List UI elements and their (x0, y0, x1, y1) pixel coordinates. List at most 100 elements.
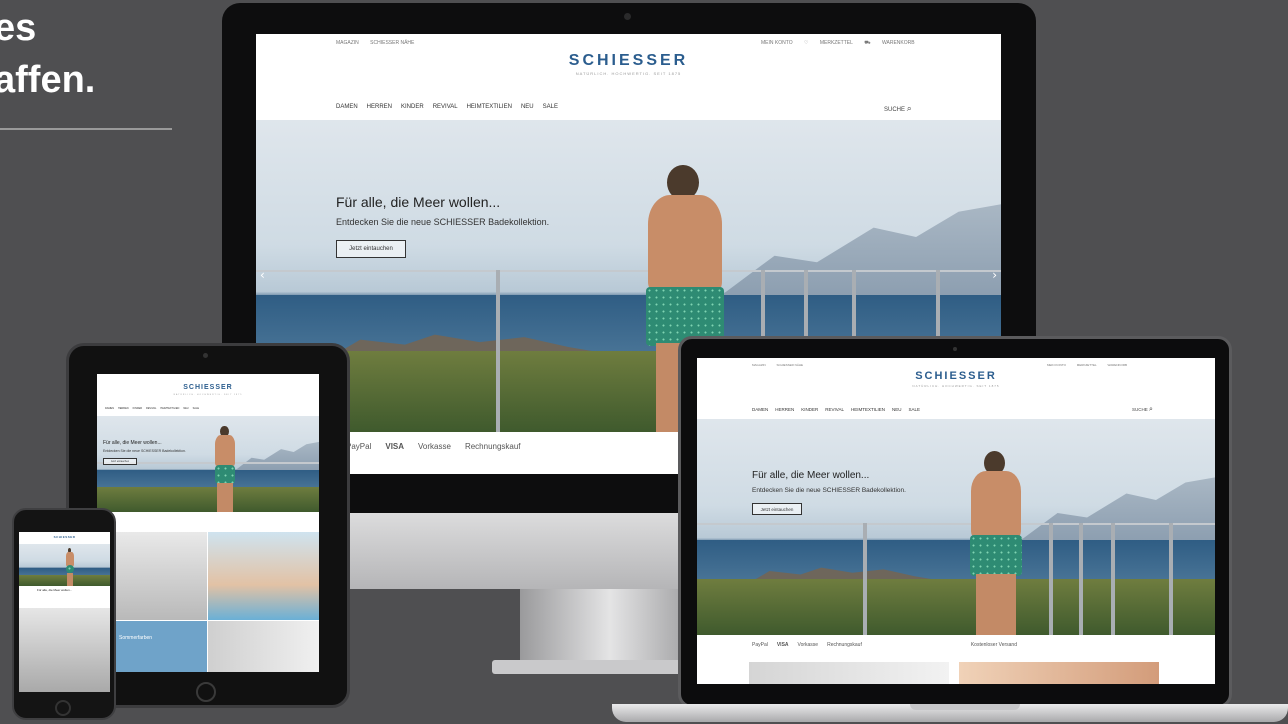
railing-post (1049, 522, 1053, 635)
util-link-naehe[interactable]: SCHIESSER NÄHE (777, 363, 804, 367)
product-tile[interactable] (115, 532, 207, 620)
site-logo[interactable]: SCHIESSER (697, 370, 1215, 382)
model-legs (217, 482, 233, 512)
hero-banner (19, 544, 110, 586)
nav-item-revival[interactable]: REVIVAL (146, 407, 156, 410)
ipad-screen: SCHIESSER NATÜRLICH. HOCHWERTIG. SEIT 18… (97, 374, 319, 672)
model-swim-shorts (214, 464, 236, 484)
headline-line-2: affen. (0, 59, 96, 101)
site-tagline: NATÜRLICH. HOCHWERTIG. SEIT 1875 (173, 394, 243, 396)
main-nav: DAMEN HERREN KINDER REVIVAL HEIMTEXTILIE… (752, 407, 920, 412)
railing-post (496, 269, 500, 432)
util-link-magazin[interactable]: MAGAZIN (336, 40, 359, 46)
headline-line-1: es (0, 7, 37, 49)
macbook-camera (953, 347, 957, 351)
nav-item-kinder[interactable]: KINDER (401, 104, 424, 110)
hero-subtitle: Entdecken Sie die neue SCHIESSER Badekol… (752, 487, 906, 494)
hero-banner: Für alle, die Meer wollen... Entdecken S… (697, 419, 1215, 635)
util-link-merkzettel[interactable]: MERKZETTEL (820, 40, 853, 46)
utility-nav-right: MEIN KONTO MERKZETTEL WARENKORB (1047, 363, 1137, 367)
product-tile[interactable] (208, 532, 319, 620)
cart-icon[interactable]: ⛟ (864, 40, 870, 46)
hero-title: Für alle, die Meer wollen... (37, 588, 73, 592)
nav-item-neu[interactable]: NEU (183, 407, 188, 410)
model-legs (976, 573, 1016, 635)
nav-item-sale[interactable]: SALE (909, 407, 921, 412)
hero-model (212, 426, 238, 512)
nav-item-heimtextilien[interactable]: HEIMTEXTILIEN (160, 407, 179, 410)
hero-cta-button[interactable]: Jetzt eintauchen (752, 503, 802, 515)
hero-cta-button[interactable]: Jetzt eintauchen (336, 240, 406, 258)
util-link-warenkorb[interactable]: WARENKORB (1107, 363, 1127, 367)
nav-item-neu[interactable]: NEU (892, 407, 902, 412)
iphone-screen: SCHIESSER Für alle, die Meer wollen... (19, 532, 110, 692)
nav-item-damen[interactable]: DAMEN (105, 407, 114, 410)
nav-item-sale[interactable]: SALE (543, 104, 558, 110)
nav-item-damen[interactable]: DAMEN (336, 104, 358, 110)
nav-item-herren[interactable]: HERREN (775, 407, 794, 412)
hero-model (65, 548, 75, 586)
promo-headline: es affen. (0, 2, 95, 106)
heart-icon[interactable]: ♡ (804, 40, 808, 46)
search-icon[interactable]: ⌕ (1149, 406, 1153, 413)
nav-item-kinder[interactable]: KINDER (801, 407, 818, 412)
nav-item-revival[interactable]: REVIVAL (433, 104, 458, 110)
utility-nav-left: MAGAZIN SCHIESSER NÄHE (752, 363, 813, 367)
site-header: MAGAZIN SCHIESSER NÄHE MEIN KONTO ♡ MERK… (256, 34, 1001, 120)
chevron-right-icon[interactable]: › (992, 268, 997, 282)
main-nav: DAMEN HERREN KINDER REVIVAL HEIMTEXTILIE… (105, 407, 199, 410)
product-tile[interactable] (749, 662, 949, 684)
nav-item-herren[interactable]: HERREN (367, 104, 392, 110)
railing-post (863, 522, 867, 635)
search-field[interactable]: SUCHE ⌕ (1132, 406, 1153, 414)
promo-tile[interactable]: Sommerfarben (115, 621, 207, 672)
railing-post (1169, 522, 1173, 635)
nav-item-heimtextilien[interactable]: HEIMTEXTILIEN (851, 407, 885, 412)
site-logo[interactable]: SCHIESSER (19, 535, 110, 539)
hero-mountain (234, 441, 319, 471)
util-link-naehe[interactable]: SCHIESSER NÄHE (370, 40, 414, 46)
hero-title: Für alle, die Meer wollen... (752, 470, 870, 481)
railing-post (1079, 522, 1083, 635)
model-torso (66, 552, 74, 566)
payment-vorkasse: Vorkasse (418, 441, 451, 451)
hero-cta-button[interactable]: Jetzt eintauchen (103, 458, 137, 465)
search-icon[interactable]: ⌕ (907, 103, 912, 113)
payment-bar: PayPal VISA Vorkasse Rechnungskauf Koste… (697, 635, 1215, 655)
utility-nav-right: MEIN KONTO ♡ MERKZETTEL ⛟ WARENKORB (761, 40, 925, 47)
model-torso (215, 435, 235, 467)
macbook-notch (910, 704, 1020, 710)
product-tile[interactable] (959, 662, 1159, 684)
model-legs (67, 573, 73, 586)
product-tile[interactable] (208, 621, 319, 672)
site-tagline: NATÜRLICH. HOCHWERTIG. SEIT 1875 (575, 71, 682, 76)
nav-item-neu[interactable]: NEU (521, 104, 534, 110)
nav-item-kinder[interactable]: KINDER (133, 407, 142, 410)
hero-title: Für alle, die Meer wollen... (103, 440, 162, 446)
model-swim-shorts (969, 534, 1023, 576)
search-label: SUCHE (884, 107, 906, 113)
product-tile[interactable] (19, 608, 110, 692)
search-label: SUCHE (1132, 407, 1148, 412)
nav-item-revival[interactable]: REVIVAL (825, 407, 844, 412)
iphone-home-button (55, 700, 71, 716)
util-link-warenkorb[interactable]: WARENKORB (882, 40, 915, 46)
site-logo[interactable]: SCHIESSER (97, 384, 319, 391)
util-link-konto[interactable]: MEIN KONTO (761, 40, 793, 46)
util-link-konto[interactable]: MEIN KONTO (1047, 363, 1066, 367)
imac-camera (624, 13, 631, 20)
railing-post (1111, 522, 1115, 635)
site-logo[interactable]: SCHIESSER (256, 52, 1001, 70)
hero-model (963, 451, 1029, 635)
search-field[interactable]: SUCHE ⌕ (884, 103, 912, 114)
util-link-magazin[interactable]: MAGAZIN (752, 363, 766, 367)
imac-stand (520, 589, 700, 667)
nav-item-heimtextilien[interactable]: HEIMTEXTILIEN (467, 104, 512, 110)
chevron-left-icon[interactable]: ‹ (260, 268, 265, 282)
nav-item-herren[interactable]: HERREN (118, 407, 129, 410)
nav-item-damen[interactable]: DAMEN (752, 407, 768, 412)
headline-divider (0, 128, 172, 130)
util-link-merkzettel[interactable]: MERKZETTEL (1077, 363, 1097, 367)
main-nav: DAMEN HERREN KINDER REVIVAL HEIMTEXTILIE… (336, 104, 558, 110)
nav-item-sale[interactable]: SALE (193, 407, 199, 410)
